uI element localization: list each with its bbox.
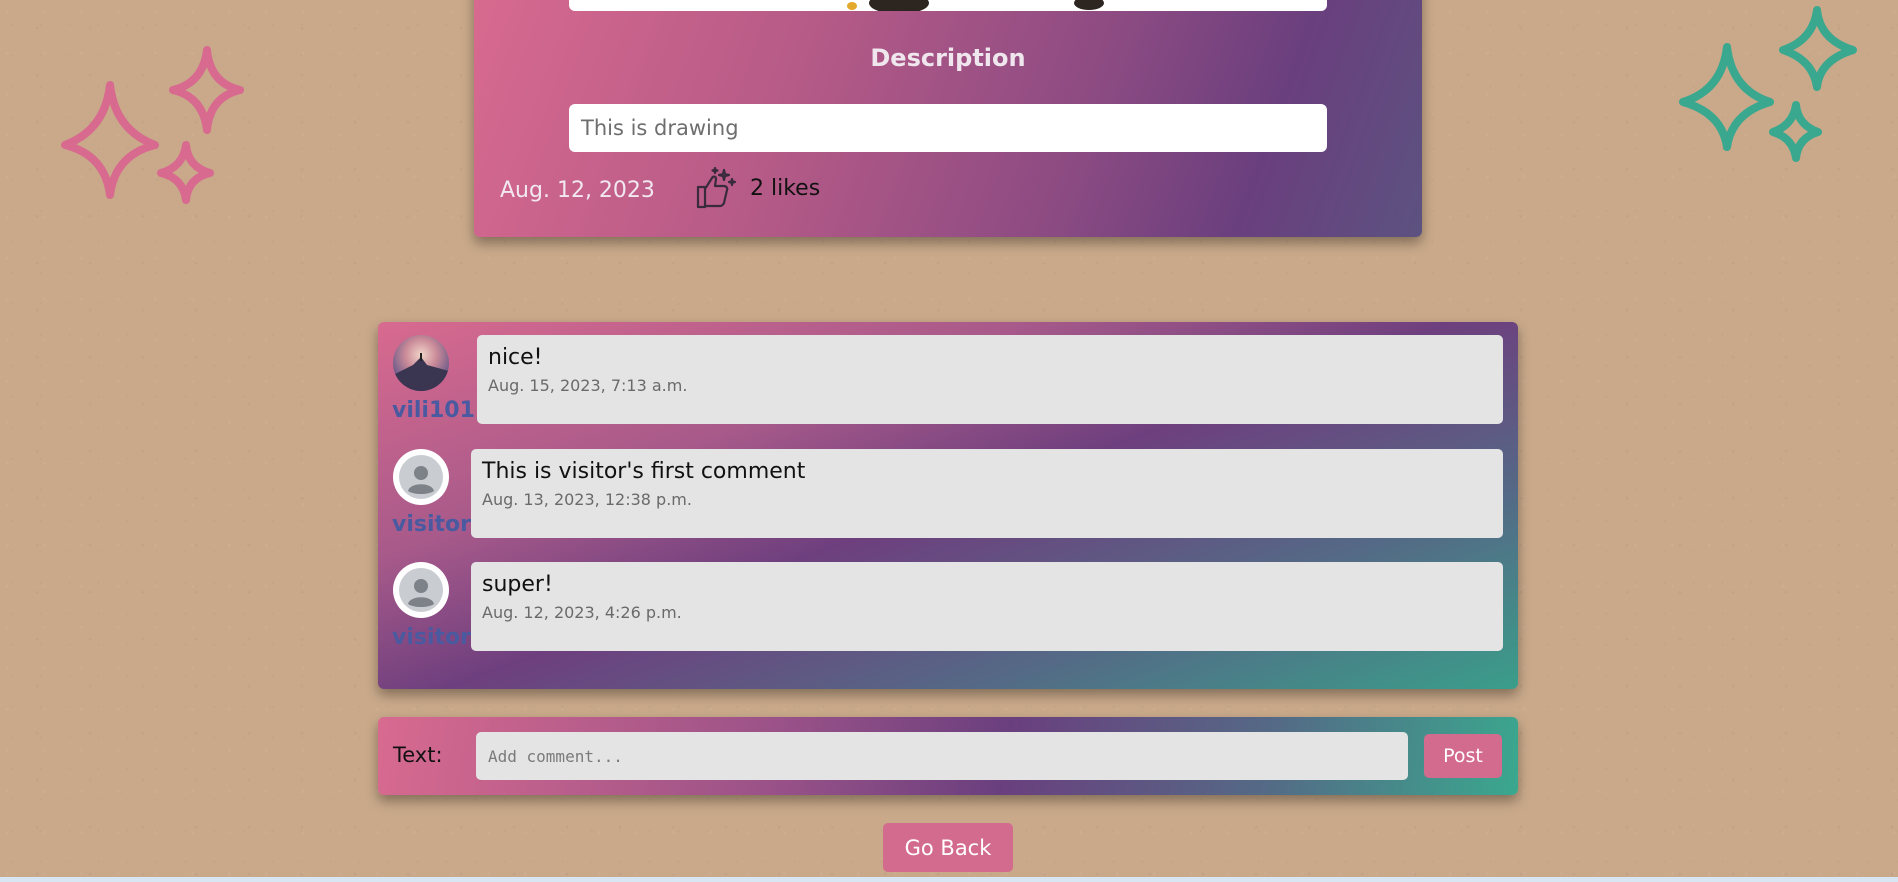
comment-bubble: nice! Aug. 15, 2023, 7:13 a.m.	[477, 335, 1503, 424]
post-button[interactable]: Post	[1424, 734, 1502, 778]
comments-panel: vili101 nice! Aug. 15, 2023, 7:13 a.m. v…	[378, 322, 1518, 689]
drawing-image	[569, 0, 1327, 11]
comment-timestamp: Aug. 15, 2023, 7:13 a.m.	[488, 376, 688, 395]
post-date: Aug. 12, 2023	[500, 178, 655, 203]
teal-sparkles-icon	[1679, 6, 1857, 162]
comment-text: This is visitor's first comment	[482, 459, 806, 484]
post-card: Description This is drawing Aug. 12, 202…	[474, 0, 1422, 237]
description-field: This is drawing	[569, 104, 1327, 152]
page: Description This is drawing Aug. 12, 202…	[0, 0, 1898, 882]
description-heading: Description	[870, 44, 1026, 72]
comment-input[interactable]	[476, 732, 1408, 780]
comment-username[interactable]: visitor	[392, 512, 471, 537]
go-back-button[interactable]: Go Back	[883, 823, 1013, 872]
default-user-icon[interactable]	[393, 562, 449, 618]
comment-timestamp: Aug. 12, 2023, 4:26 p.m.	[482, 603, 682, 622]
pink-sparkles-icon	[61, 46, 244, 204]
comment-username[interactable]: vili101	[392, 398, 475, 423]
add-comment-form: Text: Post	[378, 717, 1518, 795]
comment-username[interactable]: visitor	[392, 625, 471, 650]
comment-text-label: Text:	[393, 743, 443, 767]
comment-bubble: This is visitor's first comment Aug. 13,…	[471, 449, 1503, 538]
comment-text: super!	[482, 572, 553, 597]
likes-count: 2 likes	[750, 175, 821, 201]
window-bottom-edge	[0, 877, 1898, 882]
likes-section: 2 likes	[692, 163, 820, 213]
comment-bubble: super! Aug. 12, 2023, 4:26 p.m.	[471, 562, 1503, 651]
comment-timestamp: Aug. 13, 2023, 12:38 p.m.	[482, 490, 692, 509]
thumbs-up-sparkle-icon[interactable]	[692, 165, 738, 211]
user-photo-avatar[interactable]	[393, 335, 449, 391]
comment-text: nice!	[488, 345, 543, 370]
default-user-icon[interactable]	[393, 449, 449, 505]
